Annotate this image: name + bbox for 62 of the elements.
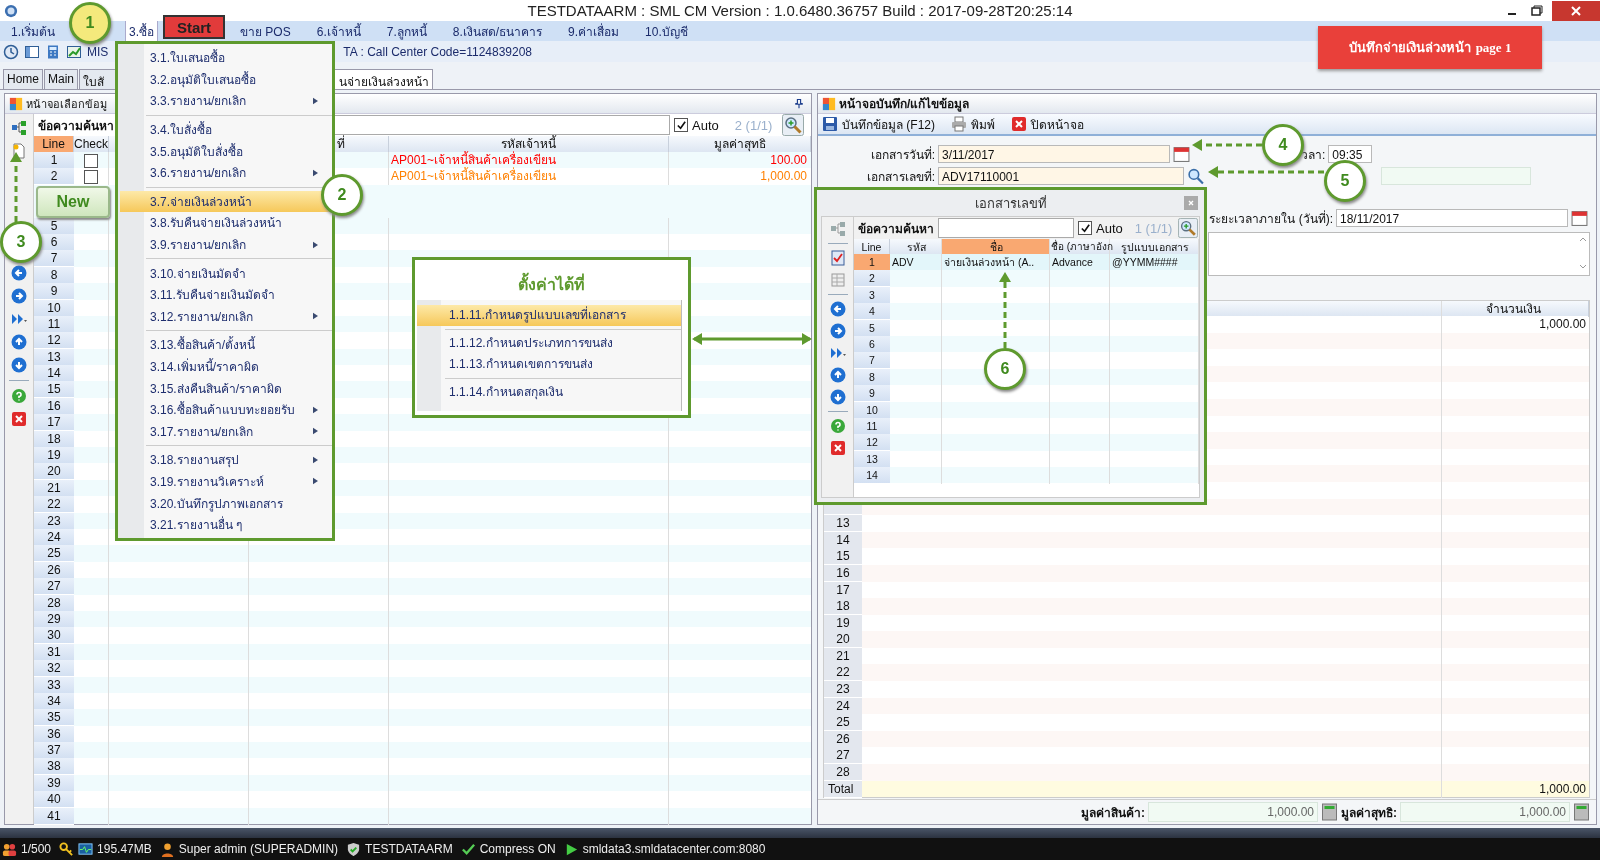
line-number: 30 bbox=[34, 627, 74, 645]
callout-title: ตั้งค่าได้ที่ bbox=[415, 272, 688, 300]
line-number: 40 bbox=[34, 791, 74, 809]
creditor-cell: AP001~เจ้าหนี้สินค้าเครื่องเขียน bbox=[391, 169, 557, 184]
field-label: วลา: bbox=[1301, 146, 1326, 164]
line-number: 2 bbox=[34, 168, 74, 186]
table-cell: จ่ายเงินล่วงหน้า (A.. bbox=[944, 256, 1035, 268]
search-label: ข้อความค้นหา bbox=[858, 220, 934, 238]
search-label: ข้อความค้นหา bbox=[38, 117, 114, 135]
line-number: 15 bbox=[824, 548, 862, 566]
line-number: 27 bbox=[34, 578, 74, 596]
line-number: 35 bbox=[34, 709, 74, 727]
result-count: 2 (1/1) bbox=[734, 117, 773, 133]
amount-cell: 100.00 bbox=[770, 153, 807, 167]
line-number: 22 bbox=[824, 664, 862, 682]
amount-cell: 1,000.00 bbox=[760, 169, 807, 184]
amount-cell: 1,000.00 bbox=[1539, 317, 1586, 331]
line-number: 38 bbox=[34, 758, 74, 776]
status-text: 195.47MB bbox=[97, 842, 152, 856]
line-number: 18 bbox=[824, 598, 862, 616]
field-label: เอกสารเลขที่: bbox=[865, 167, 935, 186]
line-number: 20 bbox=[34, 463, 74, 481]
line-number: 32 bbox=[34, 660, 74, 678]
line-number: 22 bbox=[34, 496, 74, 514]
new-tooltip: New bbox=[36, 186, 110, 218]
table-cell: ADV bbox=[892, 256, 914, 268]
panel-title: หน้าจอเลือกข้อมู bbox=[26, 96, 107, 113]
line-number: 12 bbox=[34, 332, 74, 350]
call-center-text: TA : Call Center Code=1124839208 bbox=[343, 44, 533, 59]
line-number: 13 bbox=[824, 515, 862, 533]
creditor-cell: AP001~เจ้าหนี้สินค้าเครื่องเขียน bbox=[391, 153, 557, 167]
status-text: Compress ON bbox=[479, 842, 556, 856]
panel-title: หน้าจอบันทึก/แก้ไขข้อมูล bbox=[839, 96, 970, 113]
line-number: 9 bbox=[34, 283, 74, 301]
table-cell: @YYMM#### bbox=[1112, 256, 1178, 268]
result-count: 1 (1/1) bbox=[1134, 220, 1173, 236]
auto-label: Auto bbox=[1096, 220, 1123, 236]
line-number: 15 bbox=[34, 381, 74, 399]
start-label: Start bbox=[163, 15, 225, 39]
line-number: 25 bbox=[824, 714, 862, 732]
total-amount: 1,000.00 bbox=[1539, 781, 1586, 796]
window-title: TESTDATAARM : SML CM Version : 1.0.6480.36757 Build : 2017-09-28T20:25:14 bbox=[526, 2, 1074, 19]
field-label: มูลค่าสุทธิ: bbox=[1341, 804, 1397, 822]
line-number: 27 bbox=[824, 747, 862, 765]
status-text: Super admin (SUPERADMIN) bbox=[178, 842, 339, 856]
net-value-field: 1,000.00 bbox=[1400, 802, 1570, 822]
auto-label: Auto bbox=[692, 117, 719, 133]
dialog-title: เอกสารเลขที่ bbox=[974, 194, 1047, 213]
line-number: 20 bbox=[824, 631, 862, 649]
line-number: 25 bbox=[34, 545, 74, 563]
line-number: 23 bbox=[824, 681, 862, 699]
mis-label: MIS bbox=[87, 44, 109, 59]
status-text: TESTDATAARM bbox=[365, 842, 453, 856]
line-number: 28 bbox=[824, 764, 862, 782]
table-cell: Advance bbox=[1052, 256, 1093, 268]
status-text: smldata3.smldatacenter.com:8080 bbox=[582, 842, 766, 856]
goods-value-field: 1,000.00 bbox=[1148, 802, 1318, 822]
field-label: มูลค่าสินค้า: bbox=[1081, 804, 1145, 822]
line-number: 17 bbox=[34, 414, 74, 432]
status-text: 1/500 bbox=[21, 842, 52, 856]
page-banner: บันทึกจ่ายเงินล่วงหน้า page 1 bbox=[1318, 26, 1542, 69]
field-label: เอกสารวันที่: bbox=[869, 145, 935, 164]
